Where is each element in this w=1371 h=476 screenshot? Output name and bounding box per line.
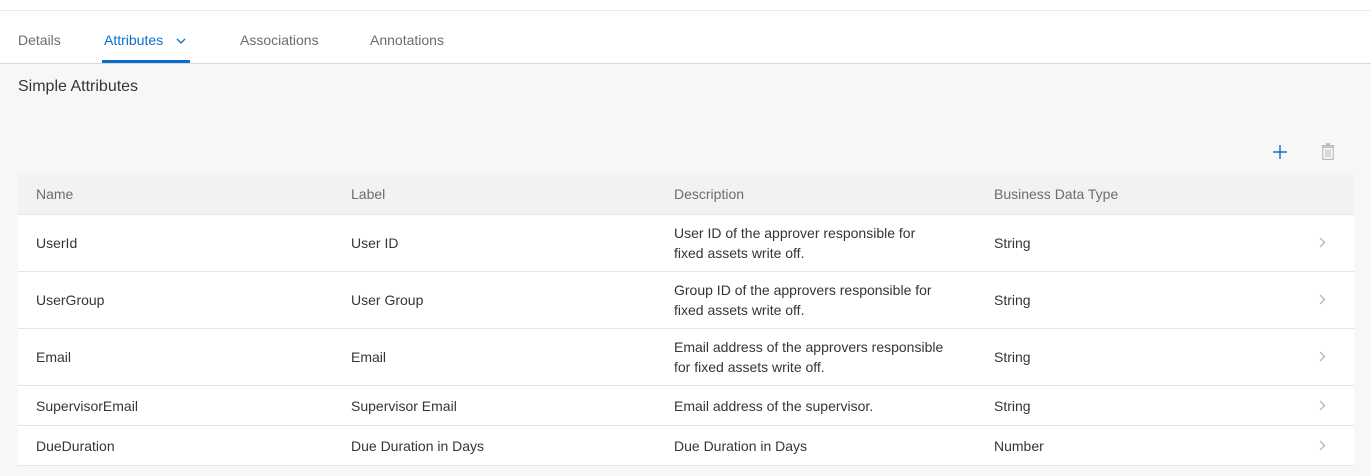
cell-description: Group ID of the approvers responsible fo… — [656, 271, 976, 329]
cell-type: Number — [976, 425, 1276, 466]
column-header-business-data-type: Business Data Type — [976, 173, 1276, 215]
tab-label: Annotations — [370, 32, 444, 48]
tab-label: Details — [18, 32, 61, 48]
tab-attributes[interactable]: Attributes — [102, 11, 191, 63]
cell-name: UserGroup — [18, 271, 333, 329]
chevron-right-icon[interactable] — [1319, 398, 1326, 414]
chevron-right-icon[interactable] — [1319, 235, 1326, 251]
cell-type: String — [976, 271, 1276, 329]
cell-label: User ID — [333, 214, 656, 272]
cell-description: Email address of the approvers responsib… — [656, 328, 976, 386]
tab-content: Simple Attributes Name Label Description… — [0, 64, 1371, 476]
chevron-right-icon[interactable] — [1319, 292, 1326, 308]
cell-description: Due Duration in Days — [656, 425, 976, 466]
tab-label: Attributes — [104, 32, 164, 48]
top-strip — [0, 0, 1371, 11]
row-navigation[interactable] — [1276, 214, 1354, 272]
table-header-row: Name Label Description Business Data Typ… — [18, 173, 1354, 215]
tab-annotations[interactable]: Annotations — [370, 11, 444, 63]
section-title: Simple Attributes — [18, 78, 139, 95]
table-row[interactable]: SupervisorEmail Supervisor Email Email a… — [18, 385, 1354, 426]
delete-attribute-button[interactable] — [1316, 142, 1340, 166]
row-navigation[interactable] — [1276, 328, 1354, 386]
column-header-name: Name — [18, 173, 333, 215]
table-row[interactable]: DueDuration Due Duration in Days Due Dur… — [18, 425, 1354, 466]
cell-type: String — [976, 328, 1276, 386]
column-header-navigation — [1276, 173, 1354, 215]
cell-label: Due Duration in Days — [333, 425, 656, 466]
tab-associations[interactable]: Associations — [240, 11, 319, 63]
column-header-description: Description — [656, 173, 976, 215]
row-navigation[interactable] — [1276, 271, 1354, 329]
chevron-right-icon[interactable] — [1319, 438, 1326, 454]
trash-icon — [1321, 143, 1335, 165]
tab-details[interactable]: Details — [18, 11, 61, 63]
cell-name: DueDuration — [18, 425, 333, 466]
cell-type: String — [976, 214, 1276, 272]
plus-icon — [1272, 144, 1288, 165]
cell-name: SupervisorEmail — [18, 385, 333, 426]
cell-description: User ID of the approver responsible for … — [656, 214, 976, 272]
chevron-right-icon[interactable] — [1319, 349, 1326, 365]
column-header-label: Label — [333, 173, 656, 215]
cell-label: User Group — [333, 271, 656, 329]
table-row[interactable]: UserId User ID User ID of the approver r… — [18, 214, 1354, 272]
table-row[interactable]: UserGroup User Group Group ID of the app… — [18, 271, 1354, 329]
row-navigation[interactable] — [1276, 425, 1354, 466]
attributes-table: Name Label Description Business Data Typ… — [18, 173, 1354, 466]
cell-name: UserId — [18, 214, 333, 272]
add-attribute-button[interactable] — [1268, 142, 1292, 166]
cell-label: Supervisor Email — [333, 385, 656, 426]
tab-bar: Details Attributes Associations Annotati… — [0, 11, 1371, 64]
tab-label: Associations — [240, 32, 319, 48]
row-navigation[interactable] — [1276, 385, 1354, 426]
active-tab-indicator — [102, 60, 191, 63]
table-row[interactable]: Email Email Email address of the approve… — [18, 328, 1354, 386]
cell-description: Email address of the supervisor. — [656, 385, 976, 426]
cell-label: Email — [333, 328, 656, 386]
cell-name: Email — [18, 328, 333, 386]
cell-type: String — [976, 385, 1276, 426]
